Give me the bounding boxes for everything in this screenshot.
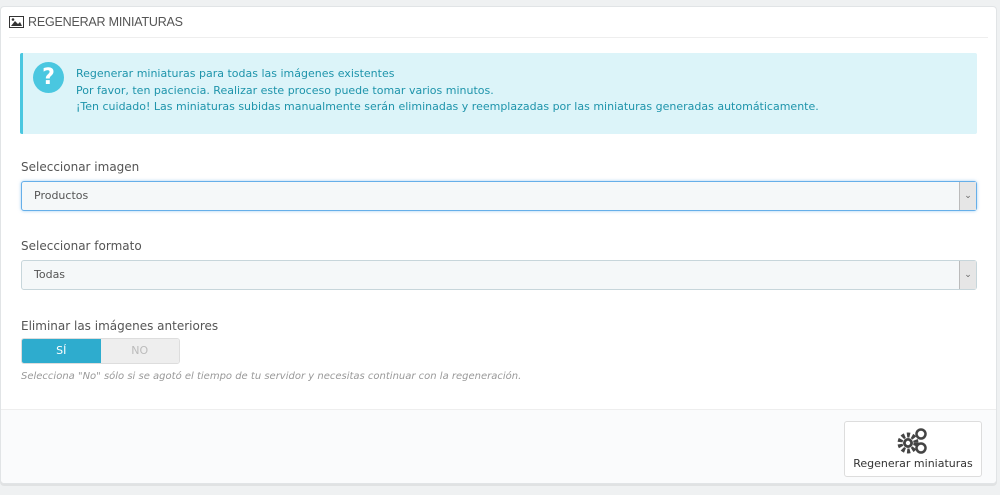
image-select-label: Seleccionar imagen: [21, 160, 140, 174]
format-select-label: Seleccionar formato: [21, 239, 142, 253]
erase-label: Eliminar las imágenes anteriores: [21, 319, 219, 333]
chevron-down-icon[interactable]: ⌄: [959, 261, 976, 289]
regenerate-button-label: Regenerar miniaturas: [853, 457, 973, 470]
chevron-down-icon[interactable]: ⌄: [959, 182, 976, 210]
erase-toggle[interactable]: SÍ NO: [21, 338, 180, 364]
regenerate-thumbnails-panel: REGENERAR MINIATURAS ? Regenerar miniatu…: [0, 6, 997, 484]
alert-line: ¡Ten cuidado! Las miniaturas subidas man…: [76, 100, 819, 113]
panel-title: REGENERAR MINIATURAS: [28, 15, 183, 29]
format-select[interactable]: Todas ⌄: [21, 260, 977, 290]
image-select-value: Productos: [34, 189, 89, 202]
alert-line: Por favor, ten paciencia. Realizar este …: [76, 83, 494, 97]
format-select-value: Todas: [34, 268, 66, 281]
erase-help-text: Selecciona "No" sólo si se agotó el tiem…: [21, 371, 522, 382]
regenerate-button[interactable]: Regenerar miniaturas: [844, 421, 982, 477]
question-icon: ?: [33, 62, 64, 93]
panel-header: REGENERAR MINIATURAS: [9, 7, 988, 38]
panel-footer: Regenerar miniaturas: [1, 409, 996, 483]
toggle-no[interactable]: NO: [100, 339, 179, 363]
image-select[interactable]: Productos ⌄: [21, 181, 977, 211]
image-icon: [9, 16, 24, 28]
toggle-yes[interactable]: SÍ: [22, 339, 101, 363]
alert-line: Regenerar miniaturas para todas las imág…: [76, 67, 395, 80]
gears-icon: [897, 428, 927, 454]
info-alert: ? Regenerar miniaturas para todas las im…: [20, 53, 977, 134]
